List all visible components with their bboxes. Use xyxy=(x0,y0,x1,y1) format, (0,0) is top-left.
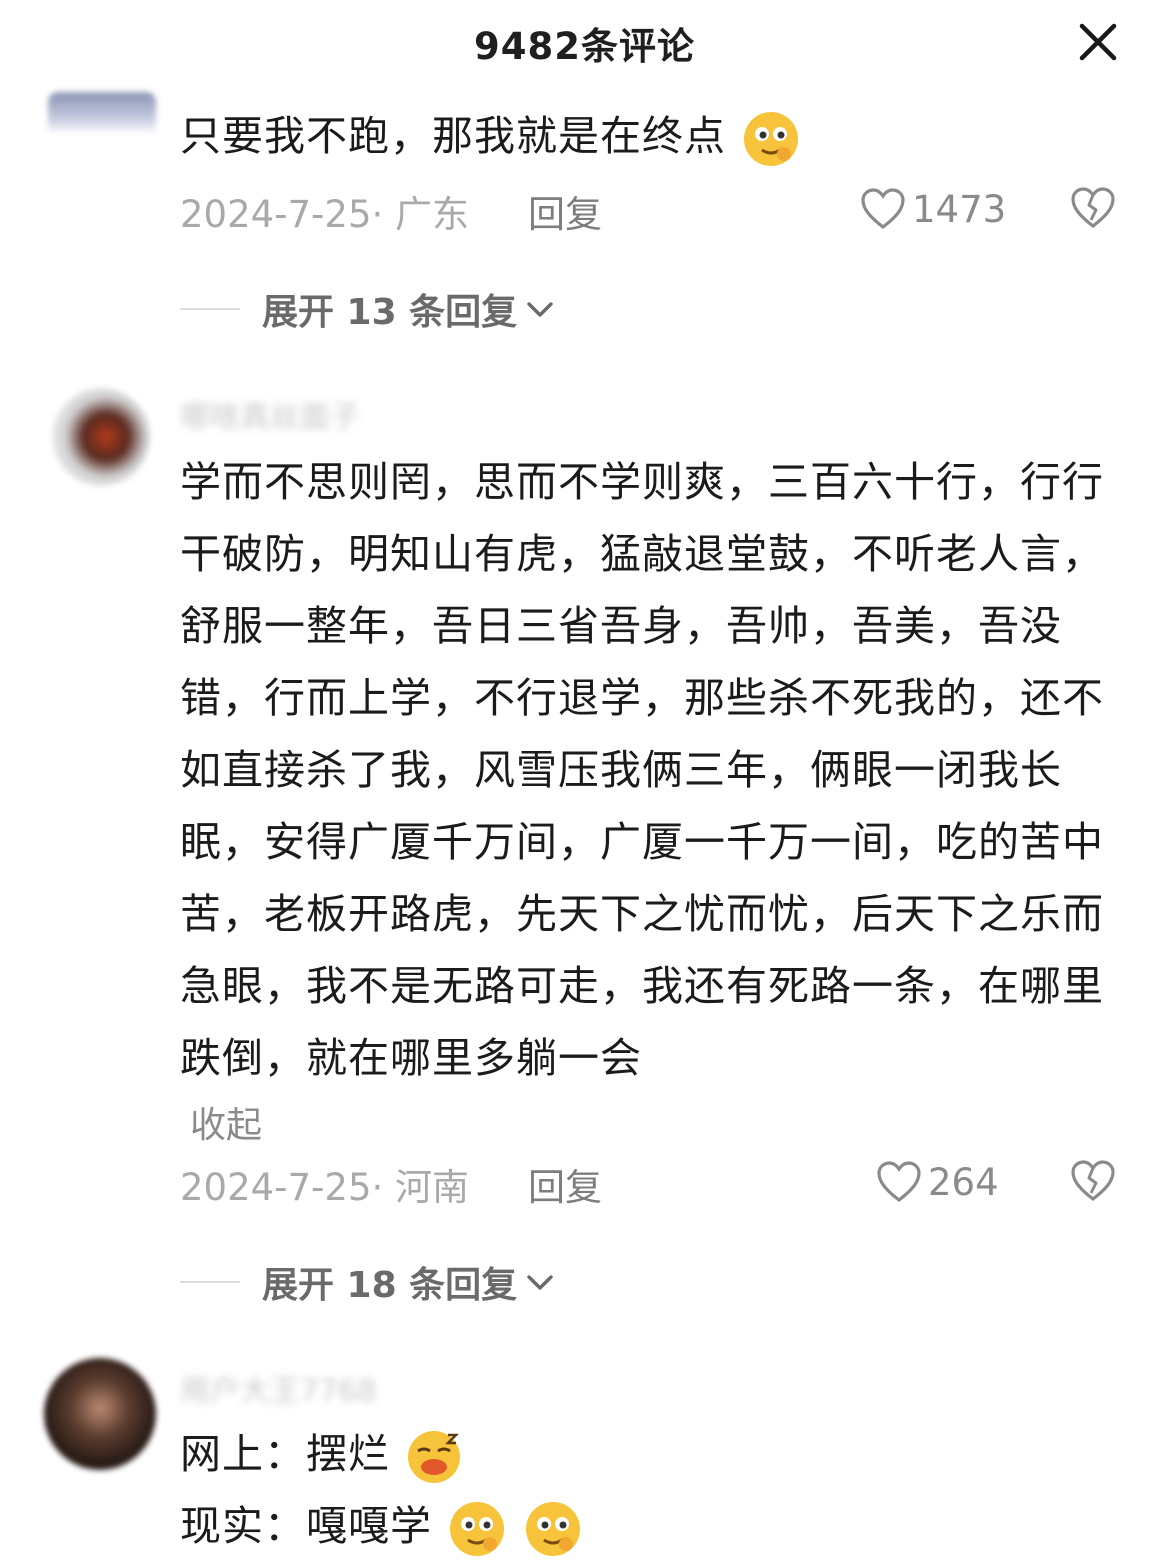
avatar[interactable] xyxy=(52,388,150,486)
comment-line: 现实：嘎嘎学 xyxy=(180,1490,1110,1562)
comment-meta: 2024-7-25· 广东 回复 1473 xyxy=(180,184,1140,236)
close-button[interactable] xyxy=(1072,16,1124,68)
divider xyxy=(180,1281,240,1283)
like-count: 264 xyxy=(928,1160,999,1204)
reply-button[interactable]: 回复 xyxy=(528,184,602,238)
sleepy-emoji xyxy=(408,1431,461,1483)
heart-icon xyxy=(877,1161,921,1203)
broken-heart-icon xyxy=(1071,187,1115,229)
dislike-button[interactable] xyxy=(1070,1159,1118,1207)
comment-date-location: 2024-7-25· 广东 xyxy=(180,193,470,236)
comments-header: 9482条评论 xyxy=(0,0,1169,84)
like-button[interactable]: 1473 xyxy=(860,184,1006,234)
username[interactable]: 用户大王7768 xyxy=(180,1366,376,1410)
collapse-button[interactable]: 收起 xyxy=(190,1096,262,1148)
dislike-button[interactable] xyxy=(1070,186,1118,234)
like-count: 1473 xyxy=(912,187,1007,231)
comment-text: 学而不思则罔，思而不学则爽，三百六十行，行行干破防，明知山有虎，猛敲退堂鼓，不听… xyxy=(180,458,1104,1082)
smirk-emoji xyxy=(450,1502,505,1556)
divider xyxy=(180,308,240,310)
reply-button[interactable]: 回复 xyxy=(528,1157,602,1211)
chevron-down-icon xyxy=(527,302,553,317)
chevron-down-icon xyxy=(527,1275,553,1290)
broken-heart-icon xyxy=(1071,1160,1115,1202)
username[interactable]: 哪啥真丝面子 xyxy=(180,392,360,436)
avatar[interactable] xyxy=(48,92,156,152)
like-button[interactable]: 264 xyxy=(876,1157,999,1207)
expand-replies-button[interactable]: 展开 13 条回复 xyxy=(180,284,557,334)
smirk-emoji xyxy=(744,112,799,166)
comment-text: 只要我不跑，那我就是在终点 xyxy=(180,100,1110,172)
comment-date-location: 2024-7-25· 河南 xyxy=(180,1166,470,1209)
avatar[interactable] xyxy=(44,1358,156,1470)
expand-replies-button[interactable]: 展开 18 条回复 xyxy=(180,1257,557,1307)
comment-meta: 2024-7-25· 河南 回复 264 xyxy=(180,1157,1140,1209)
expand-replies-label: 展开 18 条回复 xyxy=(262,1265,518,1306)
close-icon xyxy=(1079,23,1117,61)
comment-line: 网上：摆烂 xyxy=(180,1418,1110,1490)
expand-replies-label: 展开 13 条回复 xyxy=(262,292,518,333)
comment-text: 网上：摆烂 现实：嘎嘎学 xyxy=(180,1418,1110,1562)
smirk-emoji xyxy=(526,1502,581,1556)
comments-count-title: 9482条评论 xyxy=(474,25,695,68)
heart-icon xyxy=(861,188,905,230)
